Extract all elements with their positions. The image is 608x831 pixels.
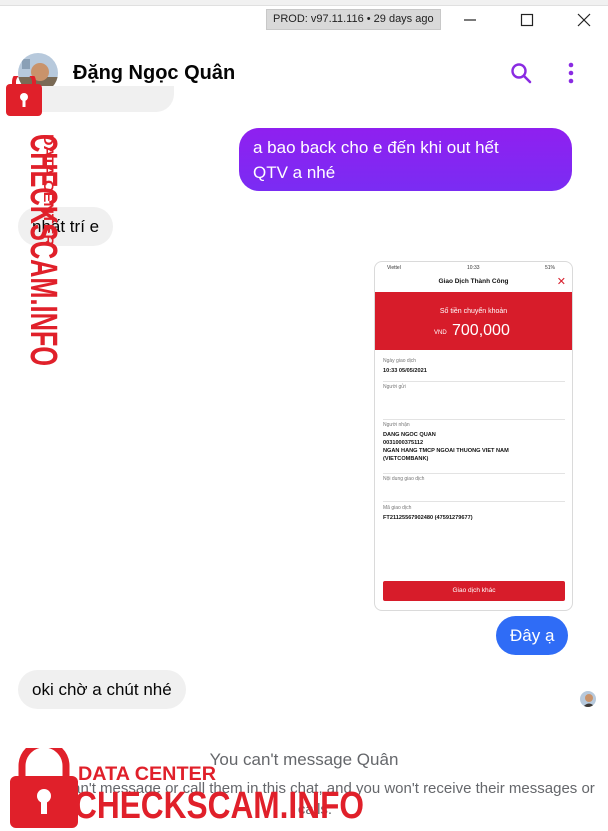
more-options-button[interactable] xyxy=(558,59,584,87)
contact-name[interactable]: Đặng Ngọc Quân xyxy=(73,62,235,85)
search-icon xyxy=(511,63,532,84)
receipt-field: Người nhận DANG NGOC QUAN 0031000375112 … xyxy=(383,422,565,474)
build-badge: PROD: v97.11.116 • 29 days ago xyxy=(266,9,441,30)
seen-avatar xyxy=(580,691,596,707)
search-button[interactable] xyxy=(508,59,534,87)
message-outgoing[interactable]: Đây ạ xyxy=(496,616,569,655)
receipt-other-transaction-button: Giao dịch khác xyxy=(383,581,565,601)
receipt-amount-panel: Số tiền chuyển khoản VND 700,000 xyxy=(375,292,572,350)
receipt-field: Ngày giao dịch 10:33 05/05/2021 xyxy=(383,358,565,382)
message-image-transfer-receipt[interactable]: Viettel 10:33 51% Giao Dịch Thành Công ✕… xyxy=(374,261,573,611)
svg-text:DATA CENTER: DATA CENTER xyxy=(78,764,216,785)
minimize-button[interactable] xyxy=(450,6,490,34)
maximize-icon xyxy=(520,13,534,27)
minimize-icon xyxy=(464,19,476,21)
receipt-status-bar: Viettel 10:33 51% xyxy=(387,265,556,271)
svg-text:CHECKSCAM.INFO: CHECKSCAM.INFO xyxy=(74,785,364,827)
receipt-field: Người gửi xyxy=(383,384,565,420)
svg-text:DATA CENTER: DATA CENTER xyxy=(41,134,57,246)
watermark-lock-icon xyxy=(6,76,42,116)
close-button[interactable] xyxy=(564,6,604,34)
receipt-field: Nội dung giao dịch xyxy=(383,476,565,502)
receipt-close-icon: ✕ xyxy=(556,276,566,288)
amount-label: Số tiền chuyển khoản xyxy=(439,308,508,315)
receipt-title: Giao Dịch Thành Công xyxy=(438,278,509,285)
amount-currency: VND xyxy=(434,330,447,336)
close-icon xyxy=(577,13,591,27)
amount-value: 700,000 xyxy=(452,322,510,339)
watermark-side: CHECKSCAM.INFO DATA CENTER xyxy=(6,76,64,366)
more-vertical-icon xyxy=(568,62,574,84)
receipt-field: Mã giao dịch FT21125567902480 (475912796… xyxy=(383,505,473,521)
watermark-lock-icon xyxy=(10,748,78,828)
message-outgoing[interactable]: a bao back cho e đến khi out hết QTV a n… xyxy=(239,128,572,191)
message-incoming[interactable]: oki chờ a chút nhé xyxy=(18,670,186,709)
maximize-button[interactable] xyxy=(507,6,547,34)
watermark-bottom: DATA CENTER CHECKSCAM.INFO xyxy=(10,748,364,828)
